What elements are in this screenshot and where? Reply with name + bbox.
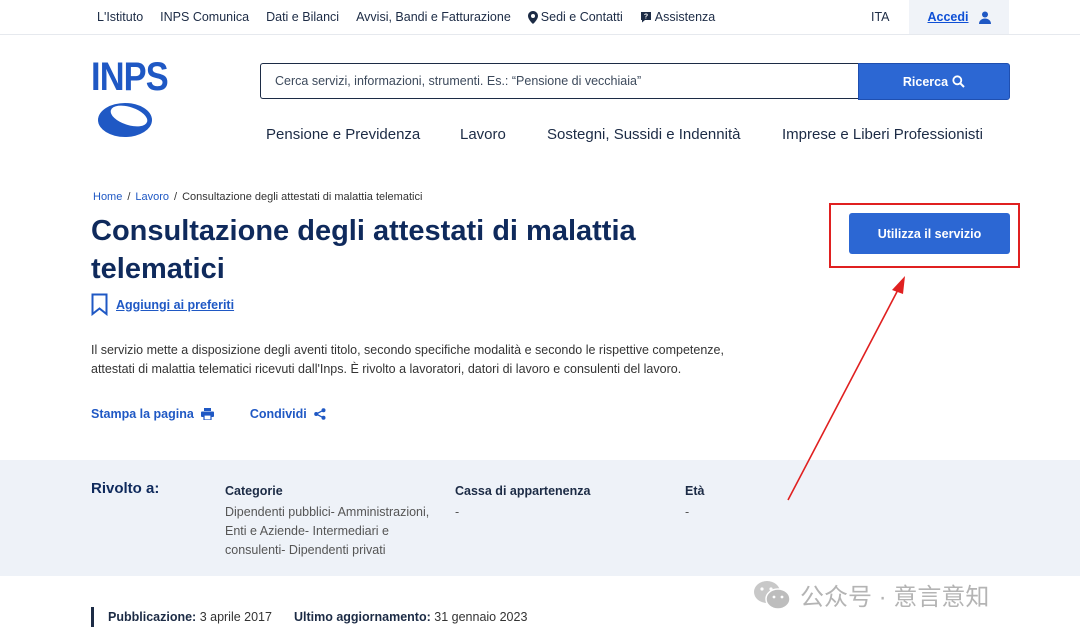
- main-nav-imprese[interactable]: Imprese e Liberi Professionisti: [782, 126, 983, 143]
- inps-logo[interactable]: INPS: [91, 55, 169, 143]
- search-icon: [952, 75, 965, 88]
- breadcrumb-current: Consultazione degli attestati di malatti…: [182, 191, 423, 203]
- search-button-label: Ricerca: [902, 74, 949, 89]
- audience-heading: Rivolto a:: [91, 480, 160, 497]
- watermark: 公众号 · 意言意知: [752, 577, 989, 612]
- breadcrumb-lavoro[interactable]: Lavoro: [135, 191, 169, 203]
- top-utility-bar: L'Istituto INPS Comunica Dati e Bilanci …: [0, 0, 1080, 35]
- share-link[interactable]: Condividi: [250, 407, 326, 421]
- watermark-text: 公众号 · 意言意知: [800, 584, 990, 611]
- printer-icon: [200, 408, 214, 420]
- audience-col-value: -: [685, 505, 690, 519]
- main-nav-sostegni[interactable]: Sostegni, Sussidi e Indennità: [547, 126, 740, 143]
- share-icon: [313, 408, 326, 420]
- main-nav-lavoro[interactable]: Lavoro: [460, 126, 506, 143]
- search-button[interactable]: Ricerca: [858, 63, 1010, 100]
- top-nav: L'Istituto INPS Comunica Dati e Bilanci …: [97, 0, 732, 34]
- main-nav-label: Lavoro: [460, 126, 506, 143]
- top-nav-dati-bilanci[interactable]: Dati e Bilanci: [266, 10, 339, 24]
- wechat-icon: [754, 580, 791, 610]
- top-nav-label: L'Istituto: [97, 10, 144, 24]
- service-description: Il servizio mette a disposizione degli a…: [91, 343, 724, 376]
- logo-emblem: [98, 103, 152, 137]
- updated-info: Ultimo aggiornamento: 31 gennaio 2023: [294, 610, 527, 624]
- top-nav-sedi-contatti[interactable]: Sedi e Contatti: [527, 10, 623, 24]
- top-nav-assistenza[interactable]: ? Assistenza: [640, 10, 715, 24]
- top-nav-istituto[interactable]: L'Istituto: [97, 10, 143, 24]
- top-nav-avvisi-bandi[interactable]: Avvisi, Bandi e Fatturazione: [356, 10, 511, 24]
- language-label: ITA: [871, 10, 890, 24]
- published-label: Pubblicazione:: [108, 610, 197, 624]
- main-nav-label: Imprese e Liberi Professionisti: [782, 126, 983, 143]
- search-field[interactable]: [260, 63, 858, 99]
- main-nav-label: Pensione e Previdenza: [266, 126, 421, 143]
- add-to-favorites[interactable]: Aggiungi ai preferiti: [91, 293, 234, 316]
- audience-col-header: Cassa di appartenenza: [455, 484, 591, 498]
- breadcrumb-separator: /: [127, 191, 131, 203]
- top-nav-label: INPS Comunica: [160, 10, 250, 24]
- help-chat-icon: ?: [640, 12, 651, 23]
- use-service-button[interactable]: Utilizza il servizio: [849, 213, 1010, 254]
- audience-categories: Categorie Dipendenti pubblici- Amministr…: [225, 484, 430, 560]
- audience-col-value: Dipendenti pubblici- Amministrazioni, En…: [225, 505, 430, 557]
- updated-label: Ultimo aggiornamento:: [293, 610, 431, 624]
- print-page-link[interactable]: Stampa la pagina: [91, 407, 214, 421]
- location-pin-icon: [527, 10, 538, 24]
- top-nav-label: Dati e Bilanci: [266, 10, 340, 24]
- breadcrumb-separator: /: [174, 191, 178, 203]
- svg-text:?: ?: [644, 14, 648, 21]
- audience-section: Rivolto a: Categorie Dipendenti pubblici…: [0, 460, 1080, 576]
- language-selector[interactable]: ITA: [871, 0, 890, 34]
- updated-value: 31 gennaio 2023: [434, 610, 528, 624]
- use-service-label: Utilizza il servizio: [877, 226, 982, 241]
- main-nav-label: Sostegni, Sussidi e Indennità: [547, 126, 741, 143]
- page-title: Consultazione degli attestati di malatti…: [91, 215, 636, 285]
- login-label: Accedi: [927, 10, 969, 24]
- favorites-label: Aggiungi ai preferiti: [116, 297, 235, 312]
- search-input[interactable]: [273, 73, 858, 89]
- bookmark-icon: [91, 293, 108, 316]
- share-label: Condividi: [249, 407, 307, 421]
- logo-text: INPS: [91, 55, 169, 99]
- top-nav-label: Avvisi, Bandi e Fatturazione: [356, 10, 511, 24]
- publication-meta: Pubblicazione: 3 aprile 2017 Ultimo aggi…: [91, 607, 527, 627]
- main-nav-pensione[interactable]: Pensione e Previdenza: [266, 126, 420, 143]
- audience-col-header: Categorie: [225, 484, 283, 498]
- audience-eta: Età -: [685, 484, 805, 522]
- top-nav-label: Sedi e Contatti: [540, 10, 623, 24]
- print-label: Stampa la pagina: [91, 407, 194, 421]
- breadcrumb: Home / Lavoro / Consultazione degli atte…: [93, 191, 422, 203]
- audience-cassa: Cassa di appartenenza -: [455, 484, 655, 522]
- breadcrumb-home[interactable]: Home: [93, 191, 122, 203]
- published-value: 3 aprile 2017: [199, 610, 272, 624]
- audience-col-header: Età: [685, 484, 705, 498]
- audience-col-value: -: [455, 505, 460, 519]
- user-icon: [978, 11, 991, 24]
- page-actions: Stampa la pagina Condividi: [91, 407, 326, 421]
- login-button[interactable]: Accedi: [909, 0, 1009, 34]
- top-nav-inps-comunica[interactable]: INPS Comunica: [160, 10, 249, 24]
- top-nav-label: Assistenza: [654, 10, 716, 24]
- published-info: Pubblicazione: 3 aprile 2017: [108, 610, 272, 624]
